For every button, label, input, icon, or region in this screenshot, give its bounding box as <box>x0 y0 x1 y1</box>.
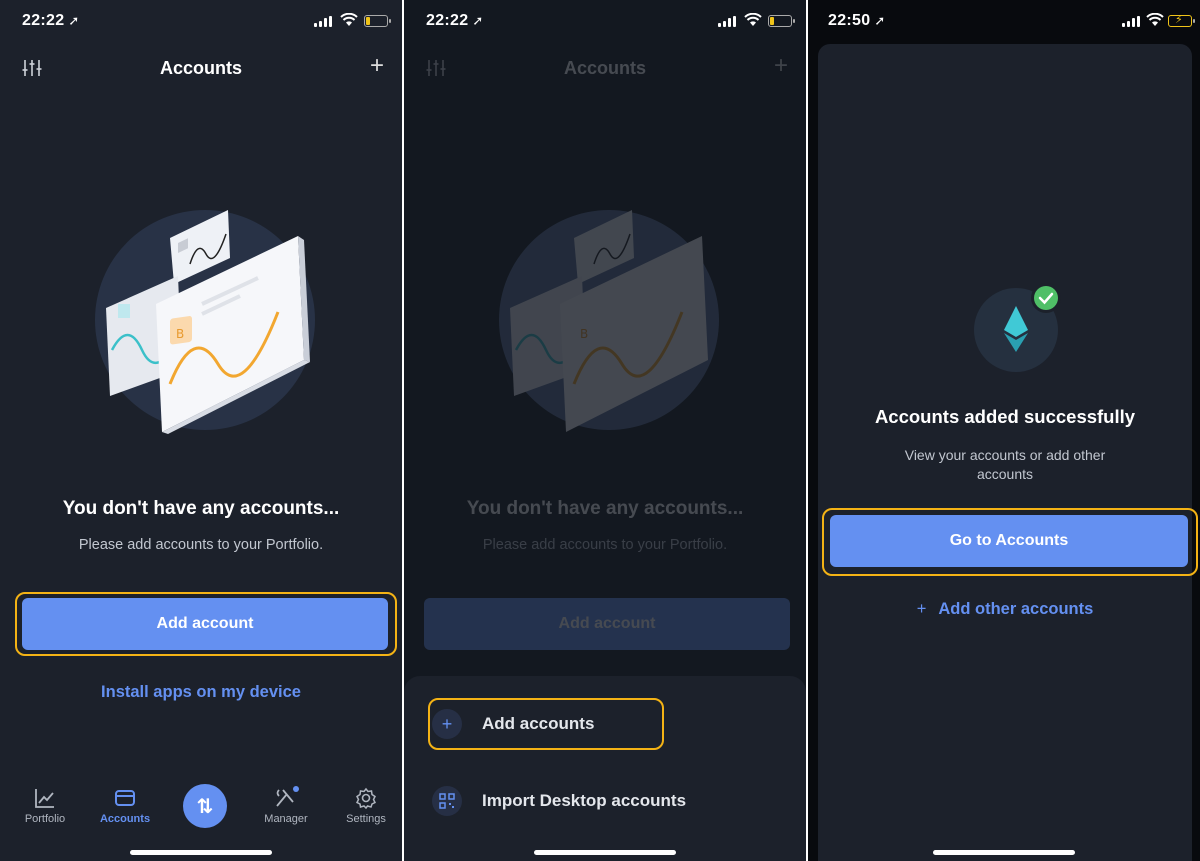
add-accounts-option[interactable]: + Add accounts <box>432 704 786 744</box>
svg-text:B: B <box>580 327 588 341</box>
tab-portfolio-label: Portfolio <box>24 813 66 825</box>
go-to-accounts-button[interactable]: Go to Accounts <box>830 515 1188 567</box>
empty-state-subtitle: Please add accounts to your Portfolio. <box>482 537 728 553</box>
check-icon <box>1034 286 1058 310</box>
wifi-icon <box>744 13 762 26</box>
add-icon: + <box>773 52 788 79</box>
ethereum-icon <box>974 283 1061 372</box>
home-indicator <box>130 850 272 855</box>
empty-state-subtitle: Please add accounts to your Portfolio. <box>78 537 324 553</box>
signal-icon <box>718 16 736 27</box>
tab-settings-label: Settings <box>346 813 386 825</box>
page-title: Accounts <box>159 58 242 78</box>
status-bar: 22:50 ➚ ⚡ <box>808 0 1200 44</box>
tab-manager-label: Manager <box>264 813 308 825</box>
add-icon[interactable]: + <box>370 52 384 80</box>
status-time-text: 22:22 <box>426 12 469 29</box>
plus-icon: + <box>916 600 927 618</box>
home-indicator <box>534 850 676 855</box>
tab-settings[interactable]: Settings <box>334 786 398 825</box>
svg-text:B: B <box>176 327 184 341</box>
status-time: 22:22 ➚ <box>22 12 80 30</box>
success-title: Accounts added successfully <box>874 406 1136 427</box>
status-time: 22:22 ➚ <box>426 12 484 30</box>
tools-icon <box>254 786 318 810</box>
add-accounts-label: Add accounts <box>482 714 595 733</box>
screen-accounts-empty: 22:22 ➚ Accounts + B You don't have any a… <box>0 0 402 861</box>
tab-bar: Portfolio Accounts ⇅ Manager Settings <box>0 780 402 840</box>
success-subtitle: View your accounts or add other accounts <box>904 447 1106 482</box>
location-icon: ➚ <box>874 13 886 28</box>
transfer-button[interactable]: ⇅ <box>183 784 227 828</box>
tab-manager[interactable]: Manager <box>254 786 318 825</box>
accounts-illustration: B <box>95 210 315 434</box>
qr-code-icon <box>432 786 462 816</box>
import-desktop-accounts-label: Import Desktop accounts <box>482 791 687 810</box>
status-time-text: 22:50 <box>828 12 871 29</box>
add-other-accounts-label: Add other accounts <box>938 600 1094 618</box>
status-bar: 22:22 ➚ <box>404 0 806 44</box>
bottom-sheet: + Add accounts Import Desktop accounts <box>404 676 806 861</box>
battery-icon <box>364 15 391 27</box>
tab-accounts[interactable]: Accounts <box>93 786 157 825</box>
home-indicator <box>933 850 1075 855</box>
install-apps-link[interactable]: Install apps on my device <box>0 683 402 702</box>
nav-header: Accounts + <box>404 50 806 86</box>
signal-icon <box>1122 16 1140 27</box>
location-icon: ➚ <box>68 13 80 28</box>
location-icon: ➚ <box>472 13 484 28</box>
success-modal: Accounts added successfully View your ac… <box>818 44 1198 861</box>
add-other-accounts-link[interactable]: + Add other accounts <box>818 600 1192 619</box>
status-time-text: 22:22 <box>22 12 65 29</box>
empty-state-title: You don't have any accounts... <box>62 498 340 519</box>
tab-accounts-label: Accounts <box>99 813 151 825</box>
empty-state-title: You don't have any accounts... <box>466 498 744 519</box>
signal-icon <box>314 16 332 27</box>
screen-accounts-added: 22:50 ➚ ⚡ Accounts added successfully Vie… <box>808 0 1200 861</box>
screen-add-accounts-sheet: 22:22 ➚ Accounts + B You don't have any a… <box>404 0 806 861</box>
import-desktop-accounts-option[interactable]: Import Desktop accounts <box>432 781 786 821</box>
status-bar: 22:22 ➚ <box>0 0 402 44</box>
wifi-icon <box>340 13 358 26</box>
transfer-icon: ⇅ <box>196 795 214 818</box>
status-time: 22:50 ➚ <box>828 12 886 30</box>
add-account-button: Add account <box>424 598 790 650</box>
battery-charging-icon: ⚡ <box>1168 14 1195 27</box>
battery-icon <box>768 15 795 27</box>
wifi-icon <box>1146 13 1164 26</box>
gear-icon <box>334 786 398 810</box>
nav-header: Accounts + <box>0 50 402 86</box>
plus-icon: + <box>432 709 462 739</box>
accounts-illustration: B <box>499 210 719 432</box>
wallet-icon <box>93 786 157 810</box>
add-account-button[interactable]: Add account <box>22 598 388 650</box>
page-title: Accounts <box>563 58 646 78</box>
tab-portfolio[interactable]: Portfolio <box>13 786 77 825</box>
chart-icon <box>13 786 77 810</box>
